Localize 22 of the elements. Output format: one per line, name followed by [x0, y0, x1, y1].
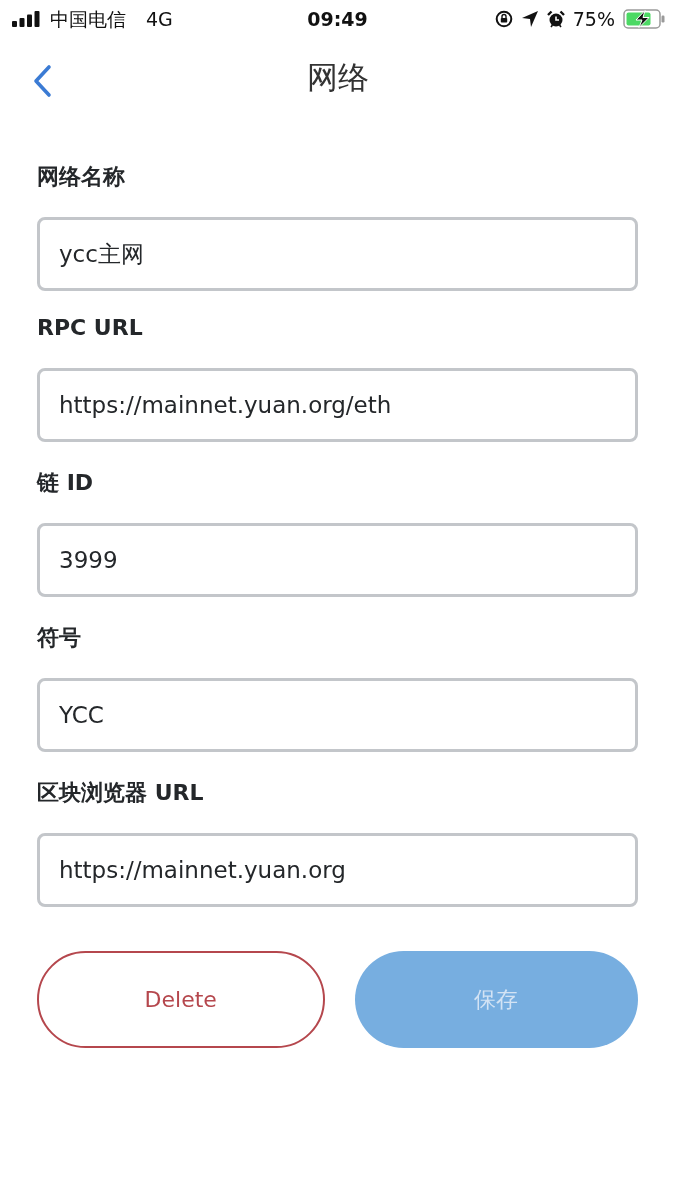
rotation-lock-icon: [494, 10, 513, 28]
network-type: 4G: [146, 9, 173, 29]
battery-charging-icon: [623, 9, 665, 29]
field-label: 网络名称: [37, 163, 125, 191]
field-label: RPC URL: [37, 314, 143, 342]
signal-icon: [12, 11, 40, 27]
text-field[interactable]: https://mainnet.yuan.org: [37, 833, 638, 907]
status-time: 09:49: [307, 8, 368, 30]
field-label: 链 ID: [37, 469, 94, 497]
text-field[interactable]: ycc主网: [37, 217, 638, 291]
text-field[interactable]: YCC: [37, 678, 638, 752]
text-field[interactable]: https://mainnet.yuan.org/eth: [37, 368, 638, 442]
field-label: 区块浏览器 URL: [37, 779, 204, 807]
field-label: 符号: [37, 624, 81, 652]
carrier-name: 中国电信: [50, 9, 126, 29]
battery-percent: 75%: [572, 9, 615, 29]
text-field[interactable]: 3999: [37, 523, 638, 597]
location-arrow-icon: [520, 10, 539, 28]
alarm-clock-icon: [546, 10, 565, 28]
page-title: 网络: [306, 58, 369, 97]
back-chevron-icon: [32, 64, 52, 98]
delete-button[interactable]: Delete: [37, 951, 325, 1048]
